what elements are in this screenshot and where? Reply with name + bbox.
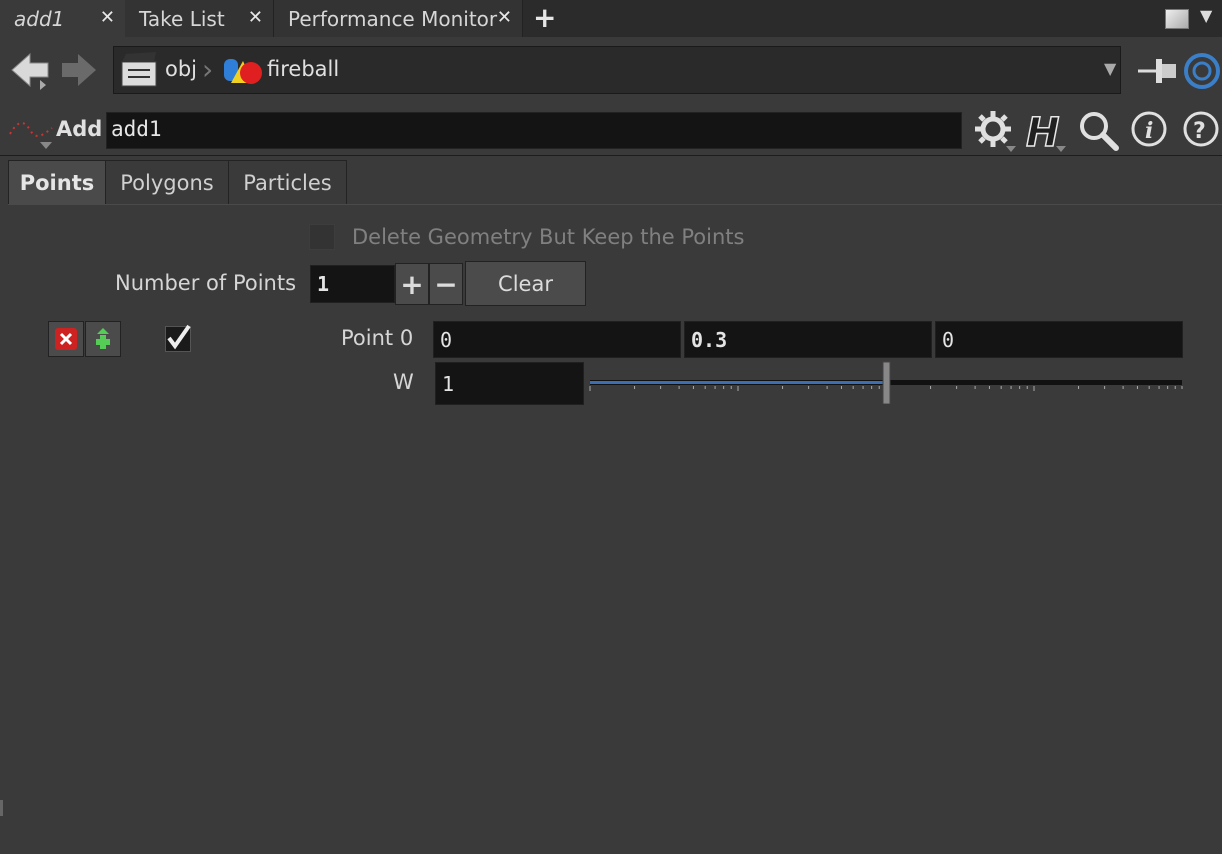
close-icon[interactable]: ✕ xyxy=(248,7,263,28)
path-root[interactable]: obj xyxy=(165,57,197,81)
gear-icon[interactable] xyxy=(974,110,1018,154)
search-icon[interactable] xyxy=(1078,110,1120,152)
chevron-down-icon[interactable]: ▼ xyxy=(1104,59,1116,78)
link-target-icon[interactable] xyxy=(1183,52,1221,90)
add-sop-icon[interactable] xyxy=(8,118,54,152)
number-of-points-label: Number of Points xyxy=(115,271,297,295)
help-icon[interactable]: ? xyxy=(1182,110,1220,148)
divider xyxy=(0,155,1222,156)
back-arrow-icon[interactable] xyxy=(10,52,54,92)
insert-instance-button[interactable] xyxy=(85,321,121,357)
remove-instance-button[interactable] xyxy=(48,321,84,357)
weight-slider[interactable] xyxy=(588,360,1184,404)
path-separator: › xyxy=(202,53,214,86)
close-icon[interactable]: ✕ xyxy=(497,7,512,28)
tab-label: Performance Monitor xyxy=(288,6,498,31)
tab-take-list[interactable]: Take List ✕ xyxy=(125,0,274,37)
path-bar[interactable]: obj › fireball ▼ xyxy=(113,46,1121,94)
point0-z-field[interactable]: 0 xyxy=(935,321,1183,358)
info-icon[interactable]: i xyxy=(1130,110,1168,148)
forward-arrow-icon[interactable] xyxy=(60,52,100,88)
node-name-field[interactable]: add1 xyxy=(106,112,962,149)
tab-add1[interactable]: add1 ✕ xyxy=(0,0,125,37)
obj-network-icon xyxy=(121,52,157,87)
delete-geometry-label: Delete Geometry But Keep the Points xyxy=(352,225,745,249)
pane-edge-marker xyxy=(0,800,3,816)
insert-icon xyxy=(96,328,110,349)
pin-icon[interactable] xyxy=(1138,56,1178,86)
add-point-button[interactable]: + xyxy=(395,263,429,305)
delete-icon xyxy=(55,328,77,350)
tab-label: add1 xyxy=(14,6,65,31)
svg-text:i: i xyxy=(1145,118,1153,144)
checkmark-icon xyxy=(167,324,191,350)
clear-button[interactable]: Clear xyxy=(465,261,586,306)
remove-point-button[interactable]: − xyxy=(429,263,463,305)
tab-points[interactable]: Points xyxy=(8,160,106,205)
tab-divider xyxy=(8,204,1222,205)
point0-y-field[interactable]: 0.3 xyxy=(684,321,932,358)
geometry-object-icon xyxy=(224,59,262,84)
tab-particles[interactable]: Particles xyxy=(228,160,347,205)
tab-bar: add1 ✕ Take List ✕ Performance Monitor ✕… xyxy=(0,0,1222,37)
number-of-points-field[interactable]: 1 xyxy=(310,265,395,303)
add-tab-button[interactable]: + xyxy=(533,1,556,34)
slider-handle[interactable] xyxy=(882,361,891,404)
point0-x-field[interactable]: 0 xyxy=(433,321,681,358)
svg-text:H: H xyxy=(1026,110,1059,154)
delete-geometry-checkbox[interactable] xyxy=(309,224,335,250)
point0-label: Point 0 xyxy=(341,326,414,350)
houdini-help-icon[interactable]: H xyxy=(1024,108,1070,154)
tab-label: Take List xyxy=(139,6,225,31)
tab-performance-monitor[interactable]: Performance Monitor ✕ xyxy=(274,0,523,37)
path-node[interactable]: fireball xyxy=(267,57,339,81)
point-enable-checkbox[interactable] xyxy=(165,324,191,352)
close-icon[interactable]: ✕ xyxy=(100,7,115,28)
tab-polygons[interactable]: Polygons xyxy=(105,160,229,205)
weight-label: W xyxy=(393,370,414,394)
pane-layout-icon[interactable] xyxy=(1165,9,1189,29)
weight-field[interactable]: 1 xyxy=(435,362,584,405)
operator-type-label: Add xyxy=(56,117,103,141)
svg-text:?: ? xyxy=(1193,119,1206,144)
chevron-down-icon[interactable]: ▼ xyxy=(1200,6,1212,25)
